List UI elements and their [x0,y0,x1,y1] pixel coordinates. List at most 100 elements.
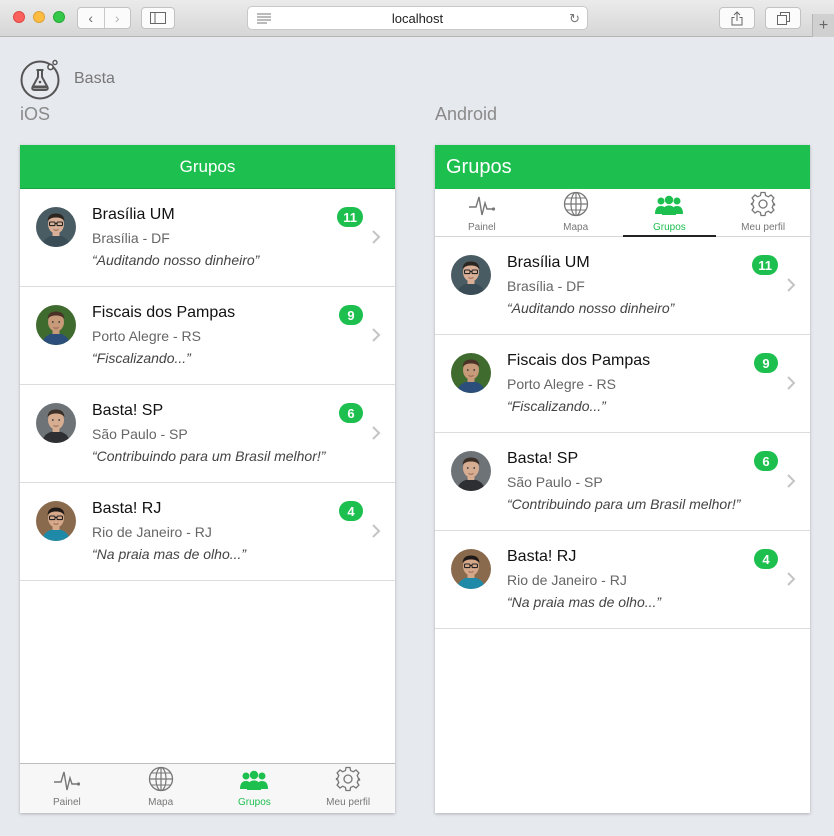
avatar [451,451,491,491]
member-count-badge: 4 [339,501,363,521]
member-count-badge: 11 [337,207,363,227]
chevron-right-icon [372,328,381,342]
group-name: Basta! SP [92,402,164,419]
flask-logo-icon [20,59,60,100]
tab-grupos[interactable]: Grupos [208,764,302,813]
reload-icon[interactable]: ↻ [569,11,580,27]
globe-icon [148,766,174,797]
tab-meu-perfil[interactable]: Meu perfil [716,189,810,236]
ios-nav-bar: Grupos [20,145,395,189]
group-name: Fiscais dos Pampas [507,352,651,369]
minimize-window-button[interactable] [33,11,45,23]
tabs-icon [776,11,790,25]
android-label: Android [435,104,498,124]
ios-label: iOS [20,104,51,124]
group-city: Rio de Janeiro - RJ [92,524,212,540]
chevron-right-icon [372,426,381,440]
group-city: Porto Alegre - RS [92,328,201,344]
group-name: Brasília UM [507,254,590,271]
tab-meu-perfil[interactable]: Meu perfil [301,764,395,813]
group-name: Basta! SP [507,450,579,467]
avatar [451,255,491,295]
avatar [36,403,76,443]
tab-grupos[interactable]: Grupos [622,189,717,237]
maximize-window-button[interactable] [53,11,65,23]
gear-icon [335,766,361,797]
ios-group-list: Brasília UM Brasília - DF “Auditando nos… [20,189,395,581]
app-name: Basta [74,70,115,87]
group-motto: “Na praia mas de olho...” [507,594,662,610]
group-list-item[interactable]: Fiscais dos Pampas Porto Alegre - RS “Fi… [435,335,810,433]
group-city: Porto Alegre - RS [507,376,616,392]
share-icon [731,10,743,25]
group-motto: “Contribuindo para um Brasil melhor!” [92,448,326,464]
group-list-item[interactable]: Basta! RJ Rio de Janeiro - RJ “Na praia … [20,483,395,581]
group-city: Rio de Janeiro - RJ [507,572,627,588]
tab-painel[interactable]: Painel [20,764,114,813]
people-icon [654,195,684,222]
group-city: Brasília - DF [92,230,170,246]
tab-label: Painel [52,797,81,808]
group-name: Basta! RJ [507,548,577,565]
close-window-button[interactable] [13,11,25,23]
group-city: São Paulo - SP [507,474,603,490]
chevron-right-icon [787,572,796,586]
chevron-right-icon [787,278,796,292]
group-city: Brasília - DF [507,278,585,294]
tab-label: Painel [467,222,496,233]
member-count-badge: 9 [754,353,778,373]
group-list-item[interactable]: Fiscais dos Pampas Porto Alegre - RS “Fi… [20,287,395,385]
sidebar-icon [150,12,166,24]
tab-mapa[interactable]: Mapa [114,764,208,813]
chevron-right-icon [787,474,796,488]
sidebar-toggle-button[interactable] [141,7,175,29]
member-count-badge: 11 [752,255,778,275]
android-screen-title: Grupos [446,155,512,178]
avatar [36,207,76,247]
forward-button[interactable]: › [103,8,131,28]
member-count-badge: 4 [754,549,778,569]
group-motto: “Auditando nosso dinheiro” [507,300,675,316]
tab-painel[interactable]: Painel [435,189,529,236]
tabs-overview-button[interactable] [765,7,801,29]
group-list-item[interactable]: Brasília UM Brasília - DF “Auditando nos… [435,237,810,335]
globe-icon [563,191,589,222]
browser-toolbar: ‹ › localhost ↻ + [0,0,834,37]
member-count-badge: 6 [339,403,363,423]
tab-label: Grupos [652,222,686,233]
group-name: Brasília UM [92,206,175,223]
history-nav: ‹ › [77,7,131,29]
android-app-bar: Grupos [435,145,810,189]
chevron-right-icon [372,524,381,538]
group-list-item[interactable]: Basta! SP São Paulo - SP “Contribuindo p… [435,433,810,531]
pulse-icon [53,768,81,797]
group-motto: “Fiscalizando...” [92,350,191,366]
chevron-right-icon [787,376,796,390]
ios-tab-bar: Painel Mapa Grupos Meu perfil [20,763,395,813]
new-tab-button[interactable]: + [812,14,834,37]
group-name: Basta! RJ [92,500,162,517]
reader-icon[interactable] [257,13,271,24]
back-button[interactable]: ‹ [78,8,104,28]
group-list-item[interactable]: Basta! RJ Rio de Janeiro - RJ “Na praia … [435,531,810,629]
tab-mapa[interactable]: Mapa [529,189,623,236]
share-button[interactable] [719,7,755,29]
address-bar[interactable]: localhost ↻ [247,6,588,30]
ios-screen: Grupos Brasília UM Brasília - DF “Audita… [20,145,395,813]
member-count-badge: 6 [754,451,778,471]
url-text: localhost [391,10,444,26]
people-icon [239,770,269,797]
avatar [36,305,76,345]
ios-screen-title: Grupos [179,156,236,176]
group-list-item[interactable]: Brasília UM Brasília - DF “Auditando nos… [20,189,395,287]
group-name: Fiscais dos Pampas [92,304,236,321]
android-group-list: Brasília UM Brasília - DF “Auditando nos… [435,237,810,629]
group-list-item[interactable]: Basta! SP São Paulo - SP “Contribuindo p… [20,385,395,483]
avatar [36,501,76,541]
group-motto: “Na praia mas de olho...” [92,546,247,562]
tab-label: Mapa [148,797,174,808]
tab-label: Mapa [563,222,589,233]
group-city: São Paulo - SP [92,426,188,442]
member-count-badge: 9 [339,305,363,325]
pulse-icon [468,193,496,222]
